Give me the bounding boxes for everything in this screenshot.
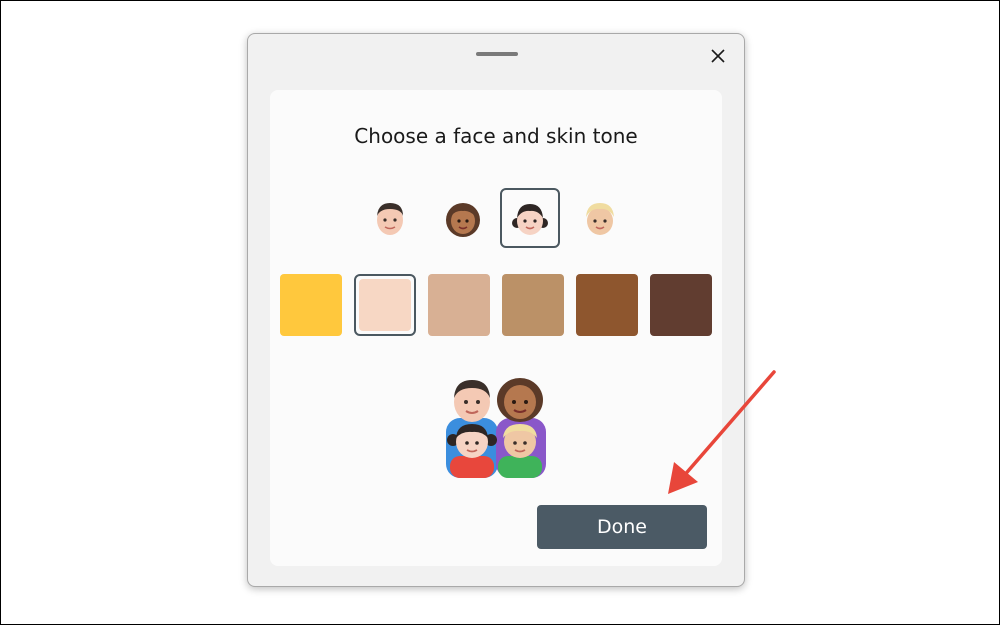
face-skin-tone-dialog: Choose a face and skin tone Done — [247, 33, 745, 587]
annotation-arrow-icon — [668, 370, 776, 494]
dialog-title: Choose a face and skin tone — [354, 124, 638, 148]
content-panel: Choose a face and skin tone Done — [270, 90, 722, 566]
skin-tone-light[interactable] — [354, 274, 416, 336]
skin-tone-fill — [428, 274, 490, 336]
girl-face-icon — [512, 204, 548, 235]
skin-tone-fill — [280, 274, 342, 336]
skin-tone-default[interactable] — [280, 274, 342, 336]
boy-face-icon — [586, 203, 614, 235]
close-button[interactable] — [706, 44, 730, 68]
family-emoji-icon — [446, 378, 546, 478]
skin-tone-dark[interactable] — [650, 274, 712, 336]
face-option-boy[interactable] — [570, 188, 630, 248]
face-option-woman[interactable] — [433, 188, 493, 248]
skin-tone-medium-light[interactable] — [428, 274, 490, 336]
skin-tone-medium-dark[interactable] — [576, 274, 638, 336]
woman-face-icon — [446, 203, 480, 237]
skin-tone-fill — [502, 274, 564, 336]
face-option-girl[interactable] — [500, 188, 560, 248]
close-icon — [711, 49, 725, 63]
skin-tone-fill — [576, 274, 638, 336]
skin-tone-fill — [650, 274, 712, 336]
drag-handle[interactable] — [476, 52, 518, 56]
skin-tone-fill — [359, 279, 411, 331]
skin-tone-medium[interactable] — [502, 274, 564, 336]
face-option-man[interactable] — [360, 188, 420, 248]
done-button[interactable]: Done — [537, 505, 707, 549]
man-face-icon — [377, 203, 403, 235]
